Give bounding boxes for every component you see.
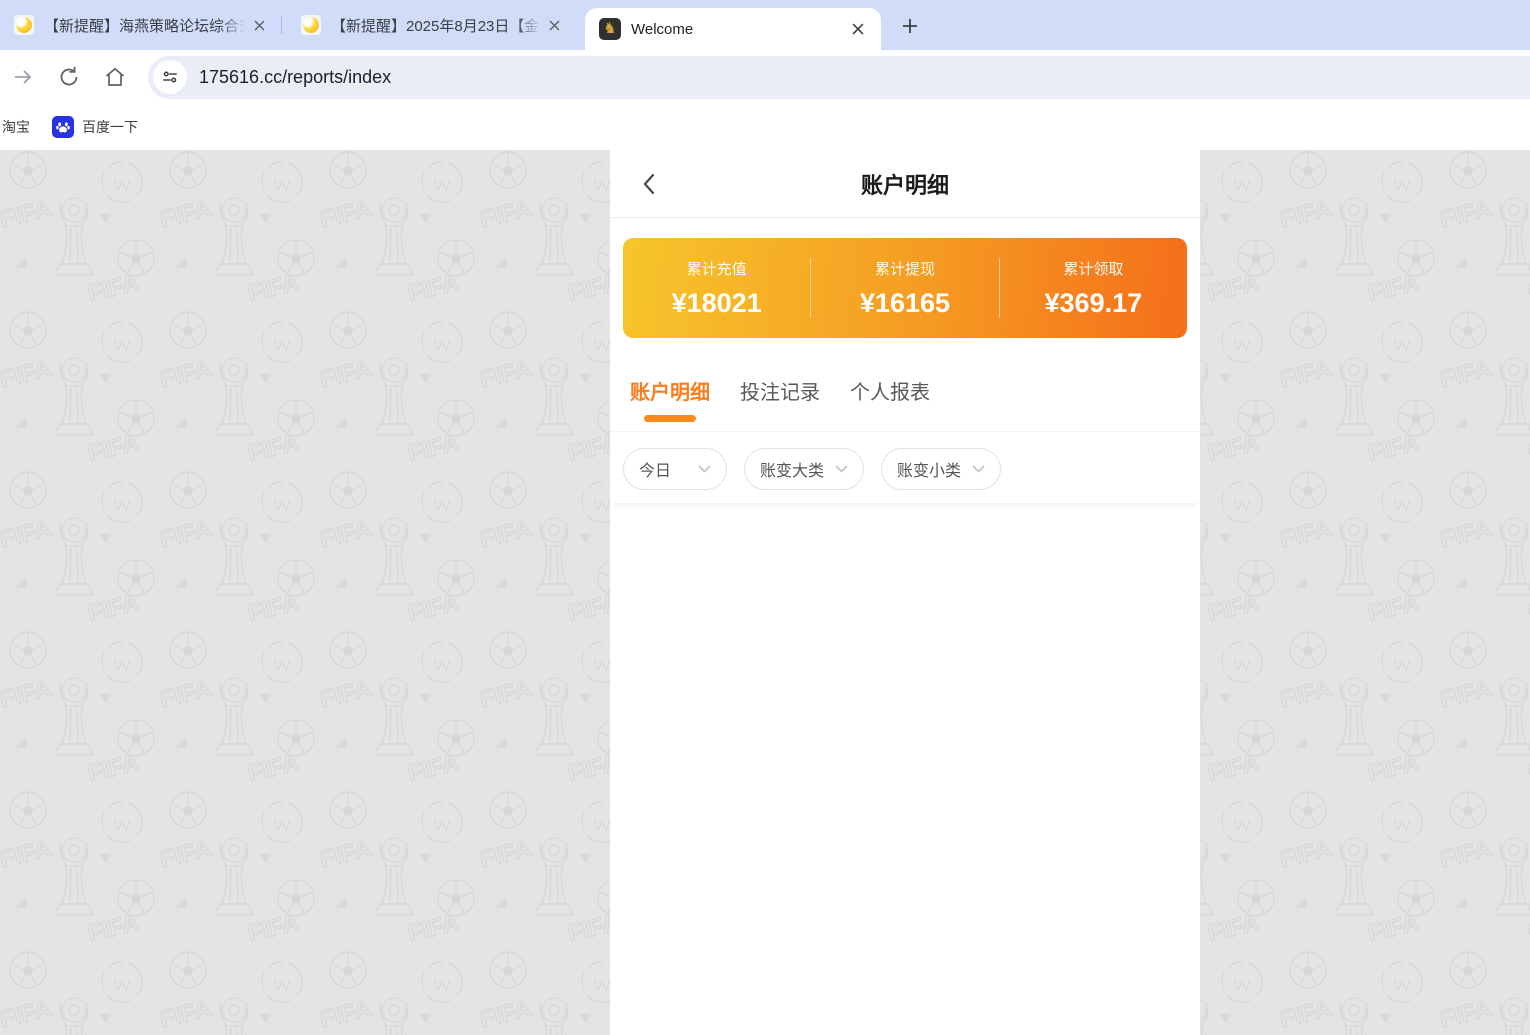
active-tab-underline	[644, 415, 696, 422]
baidu-paw-icon	[52, 116, 74, 138]
stat-label: 累计充值	[623, 258, 810, 279]
bookmark-taobao[interactable]: 淘宝	[2, 117, 30, 137]
browser-toolbar: 175616.cc/reports/index	[0, 50, 1530, 104]
url-text[interactable]: 175616.cc/reports/index	[199, 67, 391, 88]
close-tab-icon[interactable]	[541, 12, 567, 38]
stat-value: ¥16165	[811, 288, 998, 319]
filter-label: 账变小类	[897, 457, 961, 481]
chevron-down-icon	[698, 465, 711, 473]
home-button[interactable]	[100, 62, 130, 92]
mail-favicon	[14, 15, 34, 35]
browser-tab-2[interactable]: 【新提醒】2025年8月23日【金	[287, 0, 575, 50]
page-title: 账户明细	[861, 168, 949, 200]
browser-tab-strip: 【新提醒】海燕策略论坛综合交 【新提醒】2025年8月23日【金 ♞ Welco…	[0, 0, 1530, 50]
bookmarks-bar: 淘宝 百度一下	[0, 104, 1530, 150]
mail-favicon	[301, 15, 321, 35]
page-header: 账户明细	[610, 150, 1200, 218]
tab-personal-report[interactable]: 个人报表	[850, 376, 930, 422]
stat-label: 累计提现	[811, 258, 998, 279]
browser-tab-active[interactable]: ♞ Welcome	[585, 8, 881, 50]
filter-minor-type-dropdown[interactable]: 账变小类	[881, 448, 1001, 490]
totals-card: 累计充值 ¥18021 累计提现 ¥16165 累计领取 ¥369.17	[623, 238, 1187, 338]
filter-major-type-dropdown[interactable]: 账变大类	[744, 448, 864, 490]
transaction-list	[610, 503, 1200, 517]
page-background: FIFA FIFA	[0, 150, 1530, 1035]
close-tab-icon[interactable]	[246, 12, 272, 38]
stat-value: ¥18021	[623, 288, 810, 319]
tab-title-fade	[819, 21, 845, 38]
chevron-down-icon	[972, 465, 985, 473]
tab-title: 【新提醒】2025年8月23日【金	[331, 18, 539, 35]
site-logo-favicon: ♞	[599, 18, 621, 40]
forward-button[interactable]	[8, 62, 38, 92]
close-tab-icon[interactable]	[845, 16, 871, 42]
chevron-down-icon	[835, 465, 848, 473]
tab-label: 个人报表	[850, 376, 930, 405]
stat-total-withdraw: 累计提现 ¥16165	[811, 258, 998, 319]
site-settings-icon[interactable]	[153, 60, 187, 94]
tab-title-fade	[515, 15, 541, 36]
stat-label: 累计领取	[1000, 258, 1187, 279]
filter-row: 今日 账变大类 账变小类	[610, 432, 1200, 503]
tab-separator	[281, 16, 282, 34]
tab-title: Welcome	[631, 21, 693, 38]
stats-section: 累计充值 ¥18021 累计提现 ¥16165 累计领取 ¥369.17	[610, 218, 1200, 338]
tab-bet-records[interactable]: 投注记录	[740, 376, 820, 422]
browser-tab-1[interactable]: 【新提醒】海燕策略论坛综合交	[0, 0, 280, 50]
tab-label: 投注记录	[740, 376, 820, 405]
refresh-button[interactable]	[54, 62, 84, 92]
content-column: 账户明细 累计充值 ¥18021 累计提现 ¥16165 累计领取 ¥369.1…	[610, 150, 1200, 1035]
stat-total-deposit: 累计充值 ¥18021	[623, 258, 810, 319]
filter-label: 今日	[639, 457, 671, 481]
report-tabs: 账户明细 投注记录 个人报表	[610, 338, 1200, 432]
bookmark-label: 百度一下	[82, 117, 138, 137]
back-chevron-icon[interactable]	[636, 170, 664, 198]
bookmark-label: 淘宝	[2, 117, 30, 137]
bookmark-baidu[interactable]: 百度一下	[52, 116, 138, 138]
stat-value: ¥369.17	[1000, 288, 1187, 319]
filter-label: 账变大类	[760, 457, 824, 481]
tab-title: 【新提醒】海燕策略论坛综合交	[44, 18, 246, 35]
tab-title-fade	[220, 15, 246, 36]
tab-account-detail[interactable]: 账户明细	[630, 376, 710, 422]
new-tab-button[interactable]	[896, 12, 924, 40]
stat-total-claimed: 累计领取 ¥369.17	[1000, 258, 1187, 319]
filter-date-dropdown[interactable]: 今日	[623, 448, 727, 490]
url-bar[interactable]: 175616.cc/reports/index	[148, 56, 1530, 99]
tab-label: 账户明细	[630, 376, 710, 405]
